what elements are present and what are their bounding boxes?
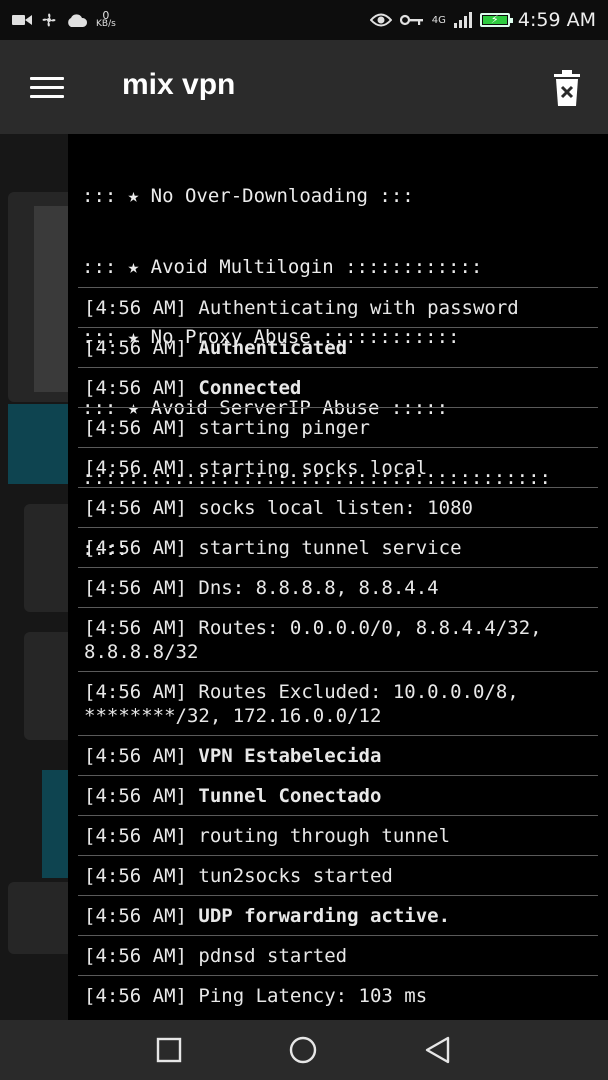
log-message: tun2socks started [198, 865, 393, 887]
log-entry: [4:56 AM] routing through tunnel [78, 815, 598, 855]
log-time: [4:56 AM] [84, 785, 187, 807]
log-time: [4:56 AM] [84, 537, 187, 559]
clear-log-icon[interactable] [550, 70, 584, 106]
log-message: starting pinger [198, 417, 370, 439]
log-entry: [4:56 AM] Ping Latency: 103 ms [78, 975, 598, 1015]
log-entry: [4:56 AM] starting pinger [78, 407, 598, 447]
log-time: [4:56 AM] [84, 377, 187, 399]
video-camera-icon [12, 15, 32, 25]
network-speed: 0 KB/s [96, 10, 116, 29]
log-time: [4:56 AM] [84, 497, 187, 519]
network-type-label: 4G [431, 14, 446, 26]
log-message: Dns: 8.8.8.8, 8.8.4.4 [198, 577, 439, 599]
status-time: 4:59 AM [517, 9, 596, 31]
log-time: [4:56 AM] [84, 457, 187, 479]
log-entry: [4:56 AM] Authenticating with password [78, 287, 598, 327]
log-entry: [4:56 AM] tun2socks started [78, 855, 598, 895]
recent-apps-icon[interactable] [155, 1036, 183, 1064]
log-time: [4:56 AM] [84, 417, 187, 439]
charging-bolt-icon: ⚡ [490, 13, 499, 26]
status-bar-left: 0 KB/s [12, 10, 116, 29]
log-message: starting tunnel service [198, 537, 462, 559]
log-time: [4:56 AM] [84, 865, 187, 887]
log-message: Ping Latency: 103 ms [198, 985, 428, 1007]
signal-icon [453, 12, 472, 28]
log-time: [4:56 AM] [84, 905, 187, 927]
log-entry: [4:56 AM] starting tunnel service [78, 527, 598, 567]
log-message: Tunnel Conectado [198, 785, 382, 807]
status-bar-right: 4G ⚡ 4:59 AM [369, 9, 596, 31]
network-speed-unit: KB/s [96, 19, 116, 29]
log-entry: [4:56 AM] pdnsd started [78, 935, 598, 975]
log-time: [4:56 AM] [84, 825, 187, 847]
eye-icon [369, 13, 392, 27]
log-time: [4:56 AM] [84, 745, 187, 767]
log-message: VPN Estabelecida [198, 745, 382, 767]
log-entry: [4:56 AM] UDP forwarding active. [78, 895, 598, 935]
log-message: pdnsd started [198, 945, 348, 967]
log-message: routing through tunnel [198, 825, 451, 847]
log-time: [4:56 AM] [84, 681, 187, 703]
log-entry: [4:56 AM] Authenticated [78, 327, 598, 367]
banner-line: ::: ★ No Over-Downloading ::: [82, 185, 414, 207]
back-icon[interactable] [424, 1036, 452, 1064]
battery-icon: ⚡ [479, 13, 513, 27]
log-entry: [4:56 AM] VPN Estabelecida [78, 735, 598, 775]
log-entries: [4:56 AM] Authenticating with password [… [78, 287, 598, 1015]
log-time: [4:56 AM] [84, 617, 187, 639]
log-time: [4:56 AM] [84, 945, 187, 967]
banner-line: ::: ★ Avoid Multilogin :::::::::::: [82, 255, 483, 278]
status-bar: 0 KB/s 4G ⚡ 4:59 AM [0, 0, 608, 40]
log-entry: [4:56 AM] Connected [78, 367, 598, 407]
navigation-bar [0, 1020, 608, 1080]
log-entry: [4:56 AM] Tunnel Conectado [78, 775, 598, 815]
log-time: [4:56 AM] [84, 577, 187, 599]
log-entry: [4:56 AM] Dns: 8.8.8.8, 8.8.4.4 [78, 567, 598, 607]
log-panel[interactable]: ::: ★ No Over-Downloading ::: ::: ★ Avoi… [68, 134, 608, 1020]
log-time: [4:56 AM] [84, 985, 187, 1007]
log-message: UDP forwarding active. [198, 905, 451, 927]
menu-icon[interactable] [30, 74, 64, 100]
log-message: Connected [198, 377, 302, 399]
log-message: starting socks local [198, 457, 428, 479]
log-entry: [4:56 AM] starting socks local [78, 447, 598, 487]
log-entry: [4:56 AM] Routes Excluded: 10.0.0.0/8, *… [78, 671, 598, 735]
log-time: [4:56 AM] [84, 297, 187, 319]
app-bar: mix vpn [0, 40, 608, 134]
home-icon[interactable] [289, 1036, 317, 1064]
fan-icon [42, 13, 56, 27]
key-icon [399, 14, 423, 26]
log-message: socks local listen: 1080 [198, 497, 473, 519]
app-title: mix vpn [122, 68, 236, 101]
log-message: Authenticated [198, 337, 348, 359]
log-message: Authenticating with password [198, 297, 519, 319]
log-entry: [4:56 AM] Routes: 0.0.0.0/0, 8.8.4.4/32,… [78, 607, 598, 671]
log-entry: [4:56 AM] socks local listen: 1080 [78, 487, 598, 527]
log-time: [4:56 AM] [84, 337, 187, 359]
cloud-icon [68, 14, 88, 27]
